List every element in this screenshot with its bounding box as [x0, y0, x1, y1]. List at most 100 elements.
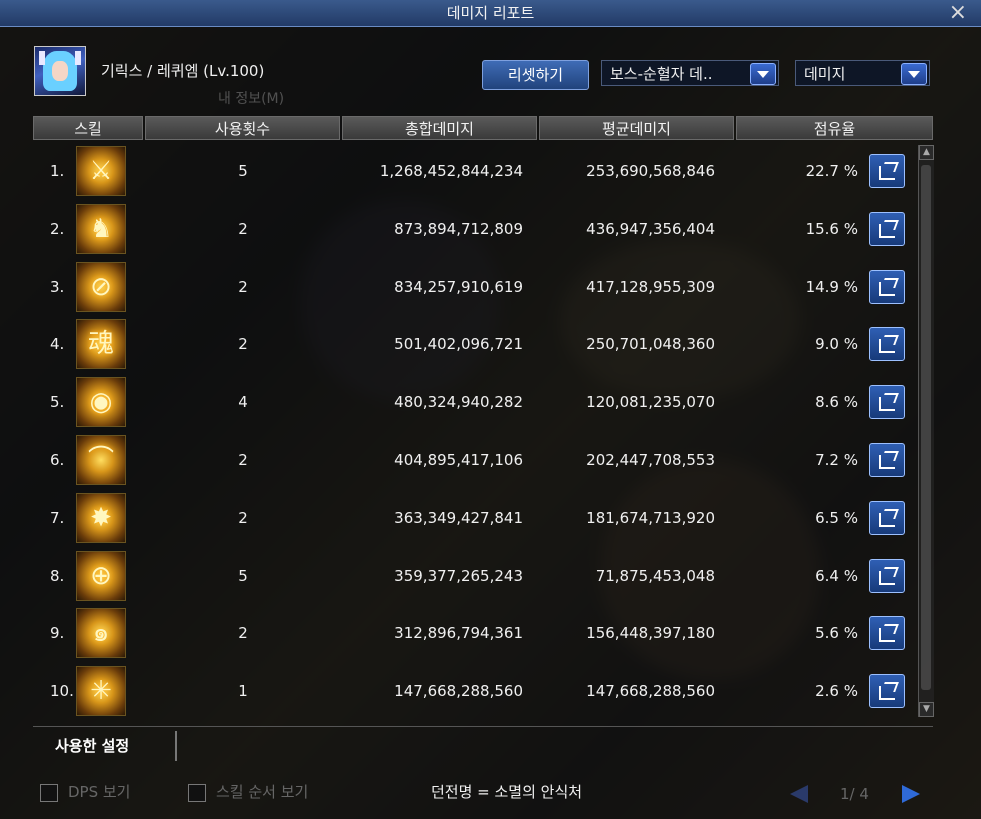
table-row: 7. ✸ 2 363,349,427,841 181,674,713,920 6.5 % [33, 492, 913, 550]
detail-export-button[interactable] [869, 327, 905, 362]
row-average-damage: 417,128,955,309 [586, 277, 715, 296]
row-use-count: 2 [238, 451, 248, 469]
target-select-value: 보스-순혈자 데.. [610, 65, 713, 83]
row-total-damage: 312,896,794,361 [394, 624, 523, 643]
row-share: 9.0 % [815, 335, 858, 354]
row-rank: 3. [50, 277, 65, 296]
column-header-share[interactable]: 점유율 [736, 116, 933, 140]
checkbox-icon[interactable] [188, 783, 206, 802]
table-row: 8. ⊕ 5 359,377,265,243 71,875,453,048 6.4 % [33, 550, 913, 608]
skill-star-icon: ✳ [76, 666, 126, 717]
metric-select[interactable]: 데미지 [795, 60, 930, 86]
page-indicator: 1/ 4 [840, 785, 869, 803]
chevron-down-icon[interactable] [901, 63, 927, 85]
row-total-damage: 834,257,910,619 [394, 277, 523, 296]
row-share: 6.5 % [815, 508, 858, 527]
detail-export-button[interactable] [869, 385, 905, 420]
row-average-damage: 202,447,708,553 [586, 451, 715, 469]
chevron-down-icon[interactable] [750, 63, 776, 85]
table-row: 9. ๑ 2 312,896,794,361 156,448,397,180 5.6 % [33, 608, 913, 665]
detail-export-button[interactable] [869, 674, 905, 709]
tab-used-settings[interactable]: 사용한 설정 [55, 735, 129, 756]
row-rank: 4. [50, 335, 65, 354]
column-header-count[interactable]: 사용횟수 [145, 116, 340, 140]
table-row: 4. 魂 2 501,402,096,721 250,701,048,360 9.0 % [33, 319, 913, 376]
arrow-icon [881, 566, 899, 577]
row-total-damage: 1,268,452,844,234 [379, 162, 523, 180]
skill-orb-icon: ⊕ [76, 550, 126, 601]
row-rank: 10. [50, 682, 74, 701]
row-average-damage: 120,081,235,070 [586, 393, 715, 412]
row-rank: 7. [50, 508, 65, 527]
row-total-damage: 480,324,940,282 [394, 393, 523, 412]
arrow-icon [881, 393, 899, 404]
tab-divider [175, 731, 177, 761]
detail-export-button[interactable] [869, 558, 905, 593]
row-total-damage: 404,895,417,106 [394, 451, 523, 469]
table-header: 스킬 사용횟수 총합데미지 평균데미지 점유율 [33, 116, 933, 140]
row-use-count: 1 [238, 682, 248, 701]
scroll-thumb[interactable] [921, 165, 931, 690]
table-row: 2. ♞ 2 873,894,712,809 436,947,356,404 15.6 % [33, 203, 913, 261]
row-average-damage: 253,690,568,846 [586, 162, 715, 180]
row-use-count: 4 [238, 393, 248, 412]
arrow-icon [881, 162, 899, 172]
arrow-icon [881, 508, 899, 519]
settings-tabs: 사용한 설정 [33, 726, 933, 767]
row-use-count: 2 [238, 219, 248, 238]
detail-export-button[interactable] [869, 443, 905, 477]
detail-export-button[interactable] [869, 500, 905, 535]
row-rank: 6. [50, 451, 65, 469]
damage-report-window: 데미지 리포트 × 내 정보(M) 기릭스 / 레퀴엠 (Lv.100) 리셋하… [0, 0, 981, 819]
column-header-avg[interactable]: 평균데미지 [539, 116, 734, 140]
row-rank: 2. [50, 219, 65, 238]
row-total-damage: 147,668,288,560 [394, 682, 523, 701]
row-total-damage: 873,894,712,809 [394, 219, 523, 238]
row-share: 15.6 % [805, 219, 858, 238]
detail-export-button[interactable] [869, 154, 905, 188]
row-use-count: 2 [238, 277, 248, 296]
window-titlebar[interactable]: 데미지 리포트 × [0, 0, 981, 27]
target-select[interactable]: 보스-순혈자 데.. [601, 60, 779, 86]
table-row: 1. ⚔ 5 1,268,452,844,234 253,690,568,846 22.7… [33, 146, 913, 203]
detail-export-button[interactable] [869, 211, 905, 246]
prev-page-icon[interactable] [790, 785, 808, 803]
row-average-damage: 250,701,048,360 [586, 335, 715, 354]
checkbox-icon[interactable] [40, 783, 58, 802]
skill-arc-icon: ⌒ [76, 435, 126, 485]
detail-export-button[interactable] [869, 616, 905, 651]
skill-order-checkbox[interactable]: 스킬 순서 보기 [188, 781, 308, 802]
row-share: 22.7 % [805, 162, 858, 180]
scrollbar[interactable]: ▲ ▼ [918, 145, 934, 717]
row-total-damage: 501,402,096,721 [394, 335, 523, 354]
row-average-damage: 156,448,397,180 [586, 624, 715, 643]
skill-figure-icon: ♞ [76, 203, 126, 254]
row-rank: 1. [50, 162, 65, 180]
arrow-icon [881, 451, 899, 461]
detail-export-button[interactable] [869, 269, 905, 304]
row-average-damage: 181,674,713,920 [586, 508, 715, 527]
row-share: 14.9 % [805, 277, 858, 296]
scroll-up-icon[interactable]: ▲ [919, 145, 934, 160]
reset-button[interactable]: 리셋하기 [482, 60, 589, 90]
next-page-icon[interactable] [902, 785, 920, 803]
pagination: 1/ 4 [790, 781, 930, 809]
table-row: 5. ◉ 4 480,324,940,282 120,081,235,070 8.6 % [33, 377, 913, 434]
row-total-damage: 363,349,427,841 [394, 508, 523, 527]
close-icon[interactable]: × [949, 0, 967, 26]
skill-hanja-icon: 魂 [76, 319, 126, 370]
row-average-damage: 71,875,453,048 [595, 566, 715, 585]
column-header-total[interactable]: 총합데미지 [342, 116, 537, 140]
dungeon-name: 던전명 = 소멸의 안식처 [431, 783, 583, 801]
skill-damage-table: 스킬 사용횟수 총합데미지 평균데미지 점유율 1. ⚔ 5 1,268,452,84… [33, 116, 933, 720]
scroll-down-icon[interactable]: ▼ [919, 702, 934, 717]
row-share: 8.6 % [815, 393, 858, 412]
row-share: 2.6 % [815, 682, 858, 701]
column-header-skill[interactable]: 스킬 [33, 116, 143, 140]
skill-eye-icon: ◉ [76, 377, 126, 428]
dps-checkbox[interactable]: DPS 보기 [40, 781, 131, 802]
row-average-damage: 147,668,288,560 [586, 682, 715, 701]
row-use-count: 2 [238, 508, 248, 527]
arrow-icon [881, 277, 899, 288]
metric-select-value: 데미지 [804, 65, 846, 83]
